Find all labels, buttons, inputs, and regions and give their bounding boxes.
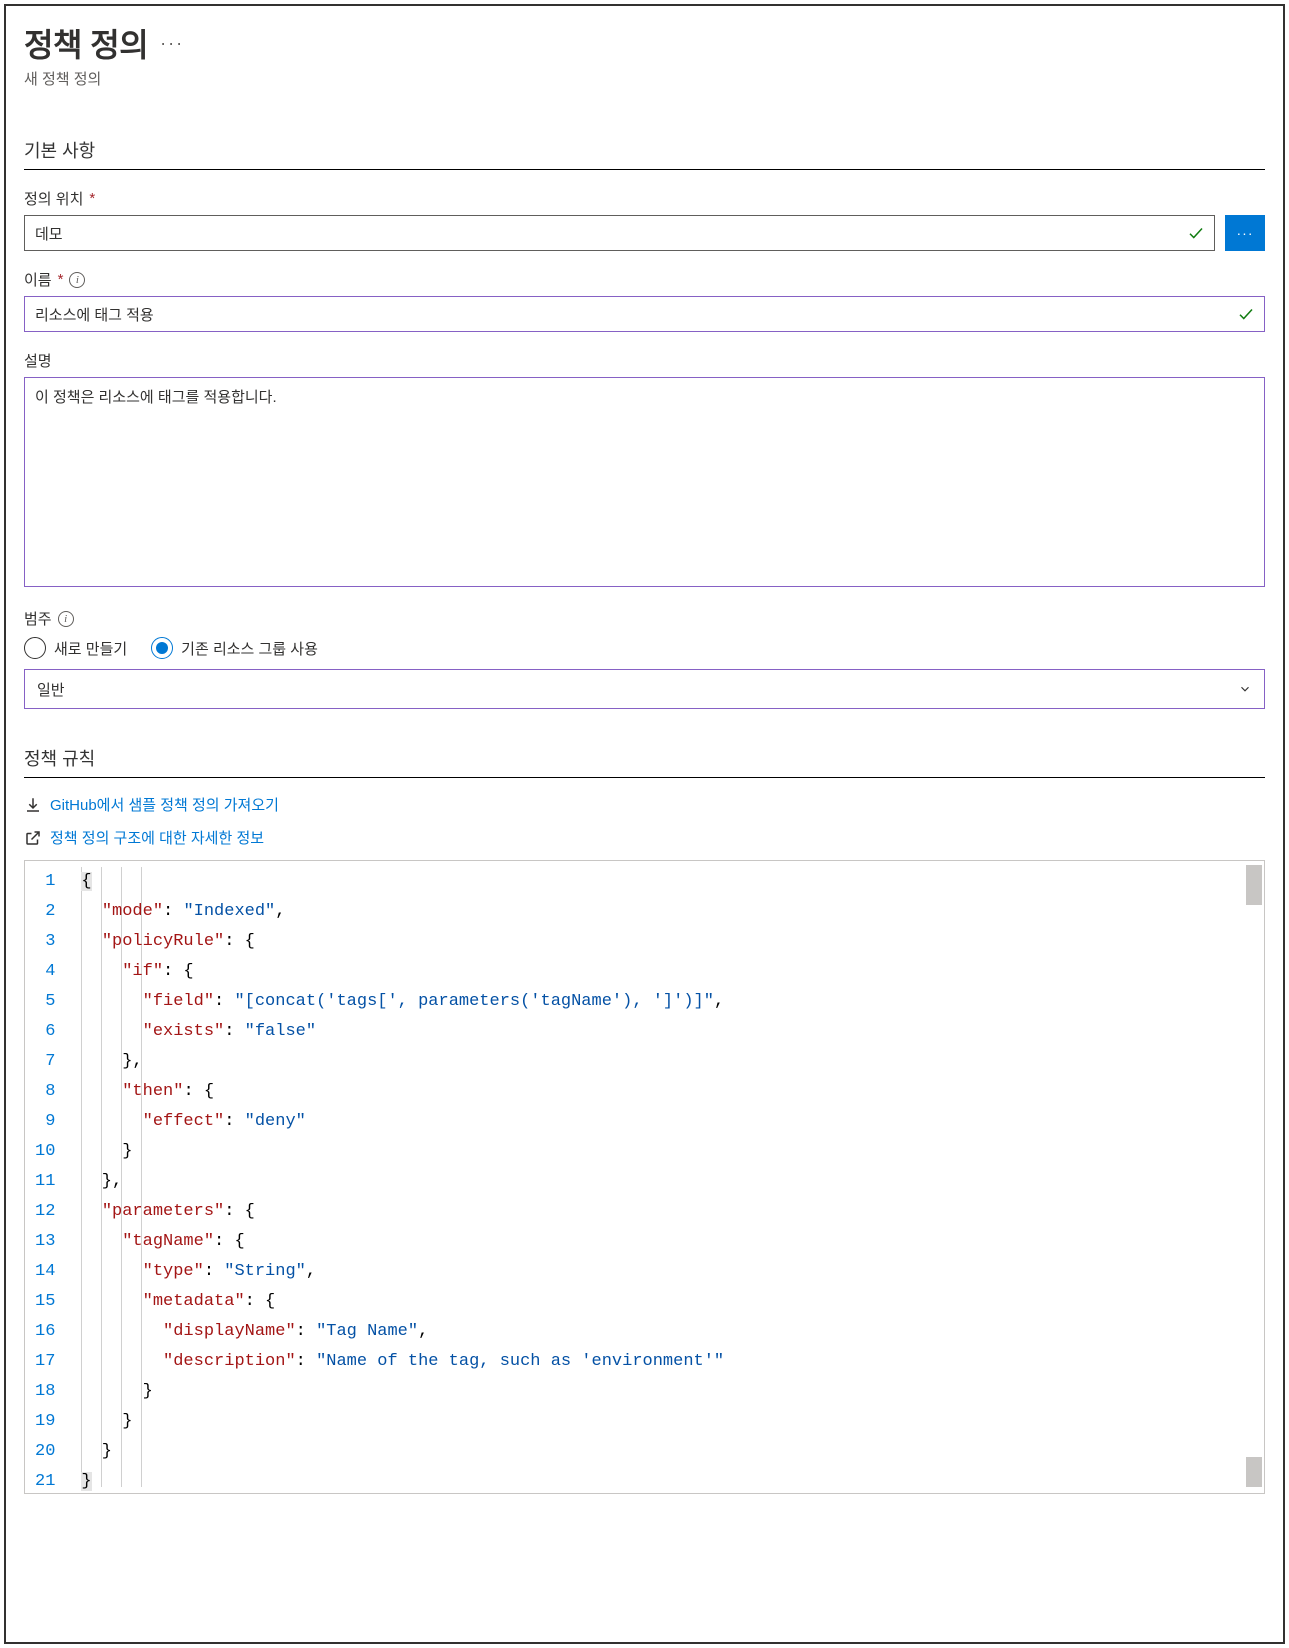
- chevron-down-icon: [1238, 682, 1252, 696]
- link-structure-text: 정책 정의 구조에 대한 자세한 정보: [50, 827, 264, 848]
- radio-use-existing-label: 기존 리소스 그룹 사용: [181, 638, 318, 659]
- policy-rule-editor[interactable]: 123456789101112131415161718192021 { "mod…: [24, 860, 1265, 1494]
- label-description: 설명: [24, 350, 1265, 371]
- divider: [24, 777, 1265, 778]
- ellipsis-icon: ···: [1237, 225, 1254, 241]
- label-category-text: 범주: [24, 608, 52, 629]
- required-mark: *: [58, 271, 64, 288]
- description-textarea[interactable]: [24, 377, 1265, 587]
- label-definition-location: 정의 위치 *: [24, 188, 1265, 209]
- code-line: "policyRule": {: [81, 927, 1264, 957]
- info-icon[interactable]: i: [69, 272, 85, 288]
- label-name-text: 이름: [24, 269, 52, 290]
- code-line: }: [81, 1467, 1264, 1494]
- external-link-icon: [24, 829, 42, 847]
- code-line: "if": {: [81, 957, 1264, 987]
- field-name: 이름 * i: [24, 269, 1265, 332]
- check-icon: [1187, 224, 1205, 242]
- more-icon[interactable]: ···: [160, 33, 184, 54]
- code-line: {: [81, 867, 1264, 897]
- line-number-gutter: 123456789101112131415161718192021: [25, 861, 73, 1493]
- section-policy-rule-label: 정책 규칙: [24, 745, 1265, 771]
- label-category: 범주 i: [24, 608, 1265, 629]
- code-line: "parameters": {: [81, 1197, 1264, 1227]
- definition-location-input[interactable]: [24, 215, 1215, 251]
- code-line: "then": {: [81, 1077, 1264, 1107]
- link-github-text: GitHub에서 샘플 정책 정의 가져오기: [50, 794, 279, 815]
- scope-picker-button[interactable]: ···: [1225, 215, 1265, 251]
- radio-icon-selected: [151, 637, 173, 659]
- code-line: "description": "Name of the tag, such as…: [81, 1347, 1264, 1377]
- link-structure-info[interactable]: 정책 정의 구조에 대한 자세한 정보: [24, 827, 1265, 848]
- label-definition-location-text: 정의 위치: [24, 188, 83, 209]
- code-area[interactable]: { "mode": "Indexed", "policyRule": { "if…: [73, 861, 1264, 1493]
- code-line: },: [81, 1047, 1264, 1077]
- radio-create-new-label: 새로 만들기: [54, 638, 127, 659]
- code-line: "tagName": {: [81, 1227, 1264, 1257]
- field-description: 설명: [24, 350, 1265, 590]
- category-select-value: 일반: [37, 679, 65, 700]
- header: 정책 정의 ···: [24, 20, 1265, 66]
- name-input[interactable]: [24, 296, 1265, 332]
- category-radio-group: 새로 만들기 기존 리소스 그룹 사용: [24, 637, 1265, 659]
- code-line: }: [81, 1377, 1264, 1407]
- link-github-samples[interactable]: GitHub에서 샘플 정책 정의 가져오기: [24, 794, 1265, 815]
- label-name: 이름 * i: [24, 269, 1265, 290]
- field-category: 범주 i 새로 만들기 기존 리소스 그룹 사용 일반: [24, 608, 1265, 709]
- code-line: "mode": "Indexed",: [81, 897, 1264, 927]
- code-line: "field": "[concat('tags[', parameters('t…: [81, 987, 1264, 1017]
- code-line: "metadata": {: [81, 1287, 1264, 1317]
- page-title: 정책 정의: [24, 20, 148, 66]
- radio-use-existing[interactable]: 기존 리소스 그룹 사용: [151, 637, 318, 659]
- code-line: }: [81, 1137, 1264, 1167]
- code-line: }: [81, 1407, 1264, 1437]
- code-line: "exists": "false": [81, 1017, 1264, 1047]
- code-line: "effect": "deny": [81, 1107, 1264, 1137]
- code-line: "type": "String",: [81, 1257, 1264, 1287]
- label-description-text: 설명: [24, 350, 52, 371]
- page-subtitle: 새 정책 정의: [24, 68, 1265, 89]
- section-basics-label: 기본 사항: [24, 137, 1265, 163]
- download-icon: [24, 796, 42, 814]
- policy-rule-links: GitHub에서 샘플 정책 정의 가져오기 정책 정의 구조에 대한 자세한 …: [24, 794, 1265, 848]
- divider: [24, 169, 1265, 170]
- required-mark: *: [89, 190, 95, 207]
- code-line: "displayName": "Tag Name",: [81, 1317, 1264, 1347]
- category-select[interactable]: 일반: [24, 669, 1265, 709]
- code-line: },: [81, 1167, 1264, 1197]
- radio-create-new[interactable]: 새로 만들기: [24, 637, 127, 659]
- policy-definition-panel: 정책 정의 ··· 새 정책 정의 기본 사항 정의 위치 * ··· 이름 *…: [4, 4, 1285, 1644]
- field-definition-location: 정의 위치 * ···: [24, 188, 1265, 251]
- info-icon[interactable]: i: [58, 611, 74, 627]
- radio-icon: [24, 637, 46, 659]
- check-icon: [1237, 305, 1255, 323]
- code-line: }: [81, 1437, 1264, 1467]
